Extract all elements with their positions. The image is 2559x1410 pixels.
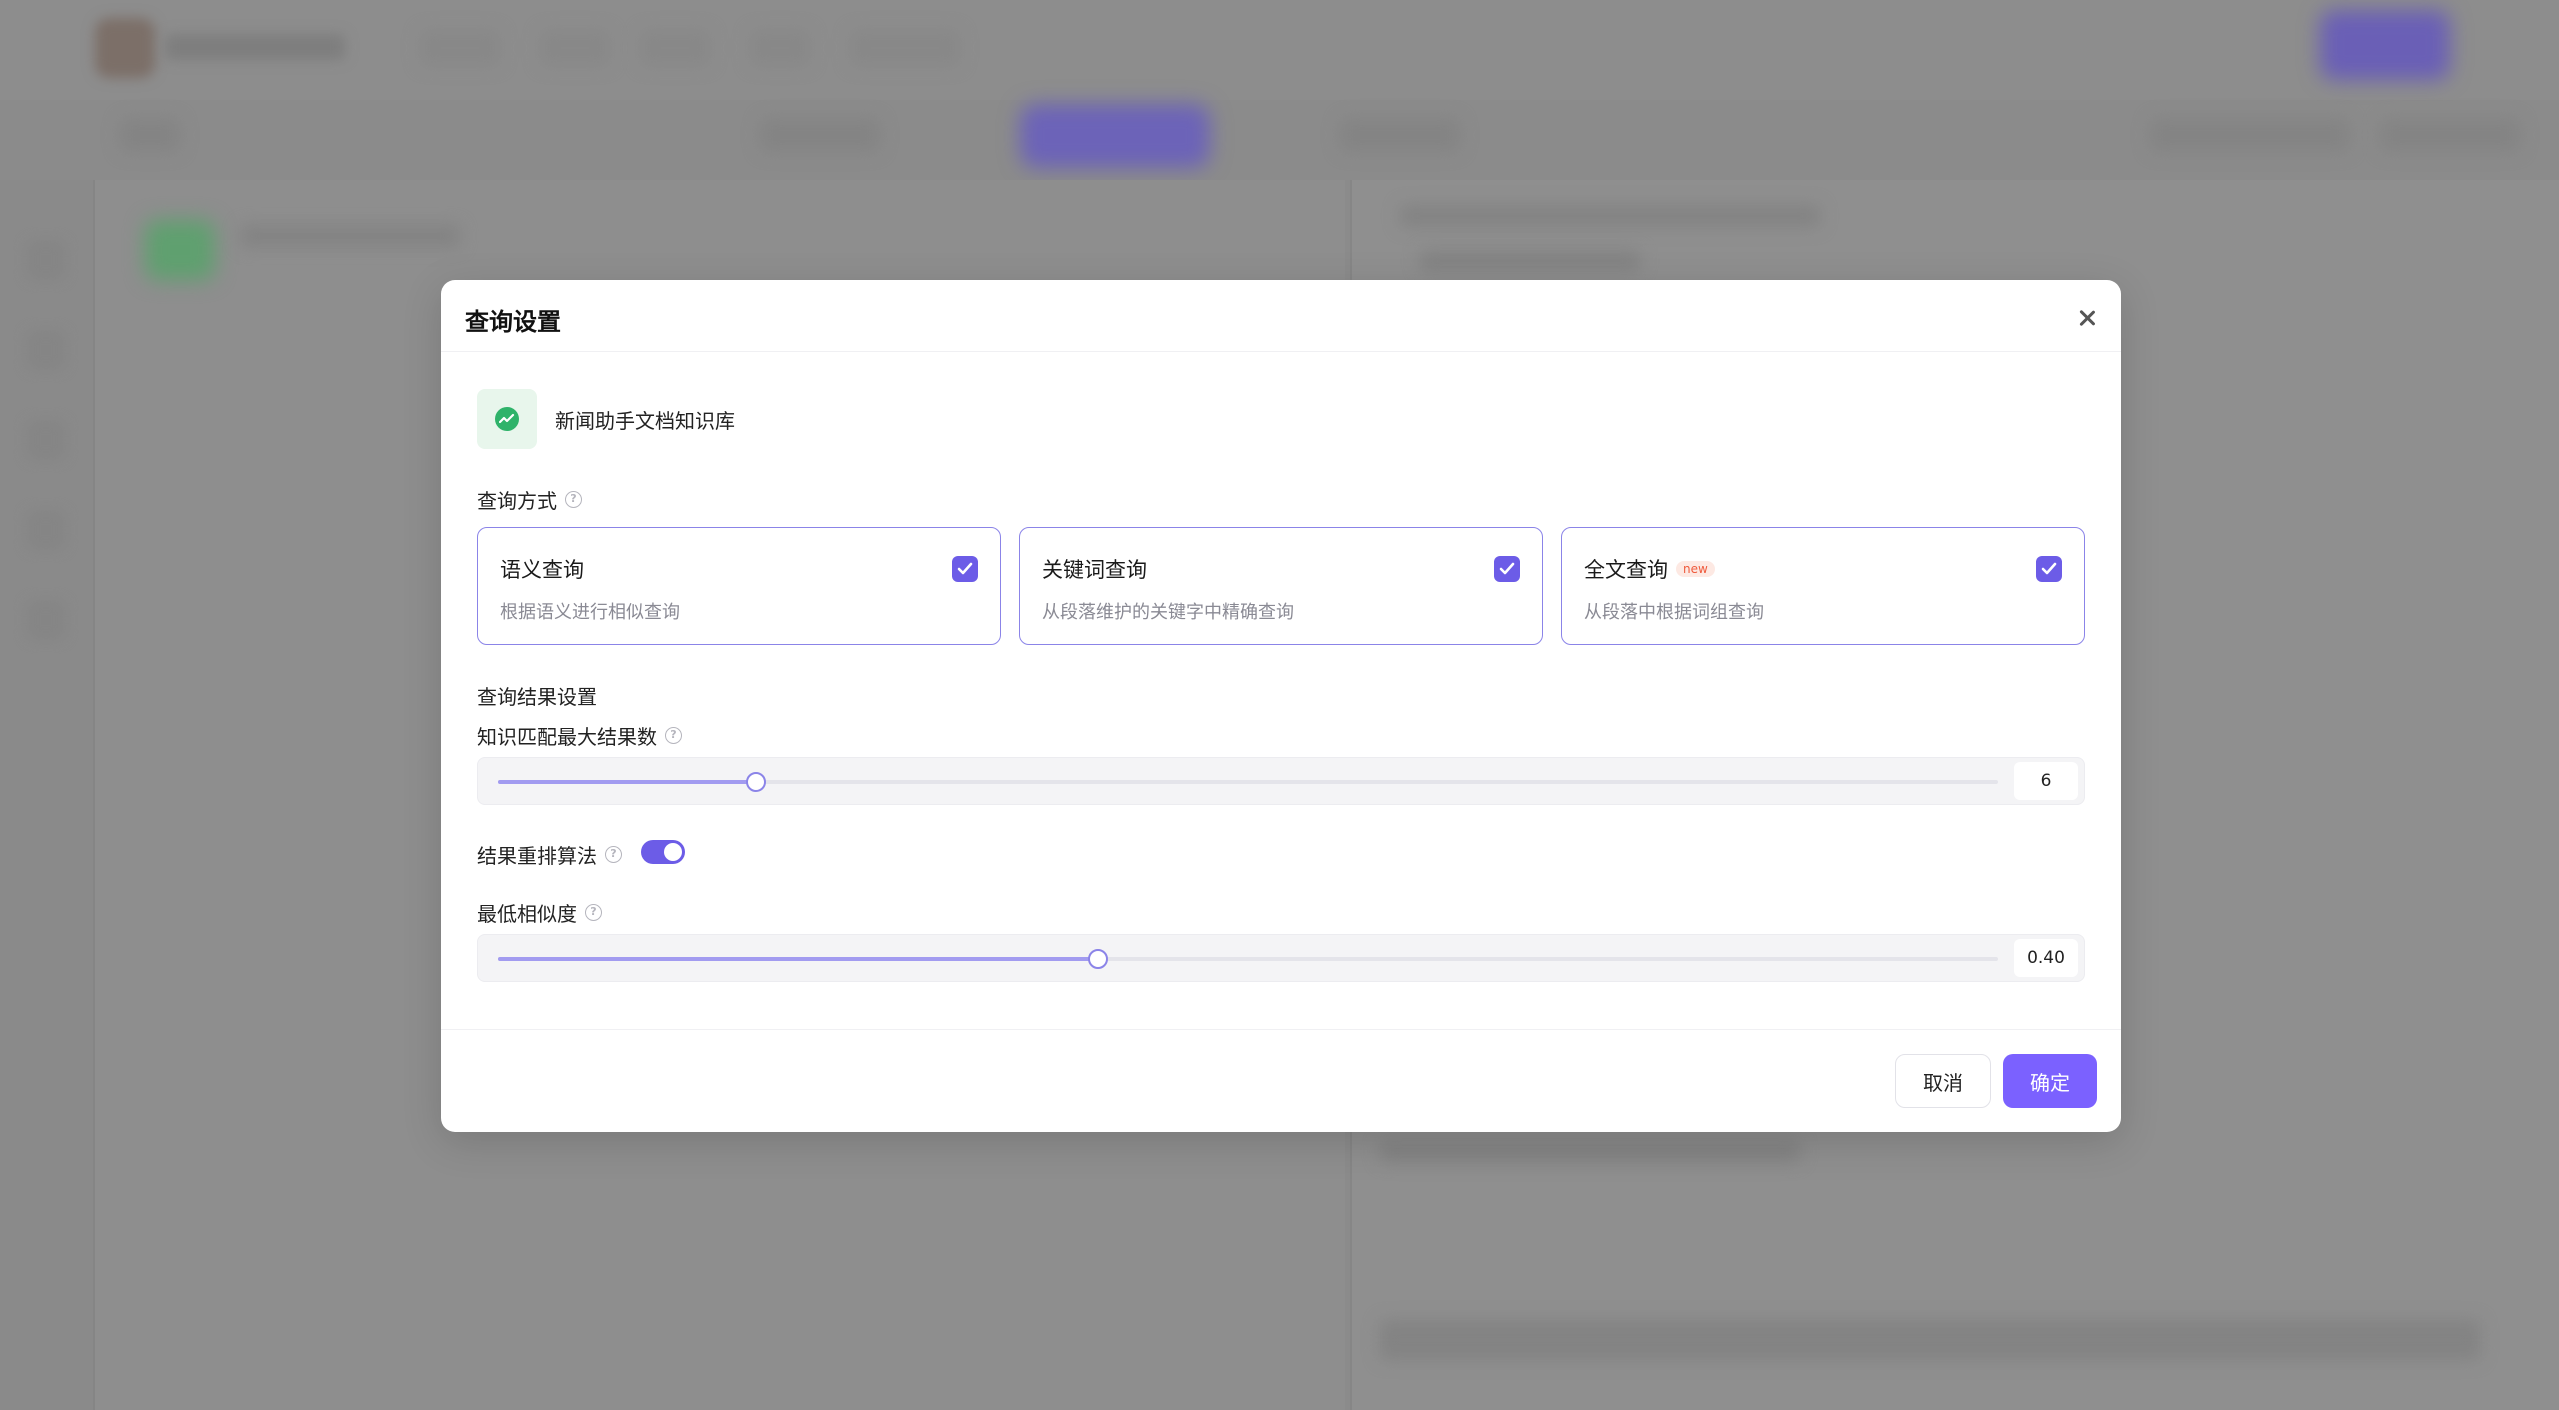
rerank-label: 结果重排算法 ? bbox=[477, 840, 622, 869]
dialog-title: 查询设置 bbox=[465, 308, 561, 336]
background-nav-item bbox=[420, 30, 500, 66]
background-text bbox=[1420, 250, 1640, 272]
rerank-label-text: 结果重排算法 bbox=[477, 844, 597, 868]
new-badge: new bbox=[1676, 561, 1715, 577]
slider-fill bbox=[498, 780, 756, 784]
background-nav-item bbox=[850, 30, 960, 66]
min-similarity-slider: 0.40 bbox=[477, 934, 2085, 982]
mode-title-text: 全文查询 bbox=[1584, 558, 1668, 582]
max-results-label: 知识匹配最大结果数 ? bbox=[477, 721, 682, 750]
checkbox-checked-icon[interactable] bbox=[1494, 556, 1520, 582]
background-logo-text bbox=[165, 34, 345, 60]
mode-title-text: 语义查询 bbox=[500, 558, 584, 582]
knowledge-base-avatar bbox=[477, 389, 537, 449]
background-input bbox=[1380, 1320, 2480, 1360]
query-mode-label: 查询方式 ? bbox=[477, 485, 582, 514]
mode-title: 关键词查询 bbox=[1042, 554, 1147, 584]
mode-description: 根据语义进行相似查询 bbox=[500, 602, 680, 623]
query-settings-dialog: 查询设置 新闻助手文档知识库 查询方式 ? 语义查询 根据语义进行相似查询 关键… bbox=[441, 280, 2121, 1132]
background-text bbox=[1380, 1140, 1800, 1162]
slider-fill bbox=[498, 957, 1098, 961]
background-tab bbox=[120, 118, 180, 152]
mode-card-keyword[interactable]: 关键词查询 从段落维护的关键字中精确查询 bbox=[1019, 527, 1543, 645]
slider-track[interactable] bbox=[498, 949, 1998, 969]
rerank-toggle[interactable] bbox=[641, 840, 685, 864]
background-sidebar bbox=[0, 180, 95, 1410]
background-nav-item bbox=[750, 30, 810, 66]
background-sidebar-icon bbox=[26, 240, 66, 280]
background-nav-item bbox=[640, 30, 710, 66]
background-logo bbox=[95, 18, 155, 78]
mode-title: 语义查询 bbox=[500, 554, 584, 584]
background-text bbox=[240, 225, 460, 247]
background-tab bbox=[2150, 118, 2350, 152]
background-tab bbox=[1340, 118, 1460, 152]
dialog-header: 查询设置 bbox=[441, 280, 2121, 352]
dialog-footer: 取消 确定 bbox=[441, 1029, 2121, 1132]
toggle-knob bbox=[664, 843, 682, 861]
mode-card-semantic[interactable]: 语义查询 根据语义进行相似查询 bbox=[477, 527, 1001, 645]
background-text bbox=[1400, 205, 1820, 227]
min-similarity-label-text: 最低相似度 bbox=[477, 902, 577, 926]
background-topbar bbox=[0, 0, 2559, 100]
query-mode-label-text: 查询方式 bbox=[477, 489, 557, 513]
mode-description: 从段落中根据词组查询 bbox=[1584, 602, 1764, 623]
background-sidebar-icon bbox=[26, 510, 66, 550]
background-sidebar-icon bbox=[26, 330, 66, 370]
background-sidebar-icon bbox=[26, 420, 66, 460]
slider-track[interactable] bbox=[498, 772, 1998, 792]
mode-title-text: 关键词查询 bbox=[1042, 558, 1147, 582]
help-icon[interactable]: ? bbox=[565, 491, 582, 508]
checkbox-checked-icon[interactable] bbox=[2036, 556, 2062, 582]
background-tab bbox=[760, 118, 880, 152]
help-icon[interactable]: ? bbox=[665, 727, 682, 744]
mode-title: 全文查询 new bbox=[1584, 554, 1715, 584]
knowledge-base-name: 新闻助手文档知识库 bbox=[555, 408, 735, 433]
background-cta-button bbox=[2320, 10, 2450, 80]
knowledge-base-row: 新闻助手文档知识库 bbox=[477, 389, 735, 449]
slider-thumb[interactable] bbox=[746, 772, 766, 792]
checkbox-checked-icon[interactable] bbox=[952, 556, 978, 582]
max-results-label-text: 知识匹配最大结果数 bbox=[477, 725, 657, 749]
min-similarity-label: 最低相似度 ? bbox=[477, 898, 602, 927]
cancel-button[interactable]: 取消 bbox=[1895, 1054, 1991, 1108]
help-icon[interactable]: ? bbox=[605, 846, 622, 863]
background-tab-active bbox=[1020, 104, 1210, 168]
background-kb-icon bbox=[145, 220, 215, 280]
min-similarity-value[interactable]: 0.40 bbox=[2014, 939, 2078, 977]
mode-card-fulltext[interactable]: 全文查询 new 从段落中根据词组查询 bbox=[1561, 527, 2085, 645]
mode-description: 从段落维护的关键字中精确查询 bbox=[1042, 602, 1294, 623]
background-nav-item bbox=[540, 30, 610, 66]
trend-chart-icon bbox=[495, 407, 519, 431]
result-settings-label: 查询结果设置 bbox=[477, 685, 597, 709]
help-icon[interactable]: ? bbox=[585, 904, 602, 921]
confirm-button[interactable]: 确定 bbox=[2003, 1054, 2097, 1108]
background-sidebar-icon bbox=[26, 600, 66, 640]
background-tab bbox=[2380, 118, 2520, 152]
close-icon[interactable] bbox=[2073, 304, 2101, 332]
max-results-slider: 6 bbox=[477, 757, 2085, 805]
max-results-value[interactable]: 6 bbox=[2014, 762, 2078, 800]
slider-thumb[interactable] bbox=[1088, 949, 1108, 969]
